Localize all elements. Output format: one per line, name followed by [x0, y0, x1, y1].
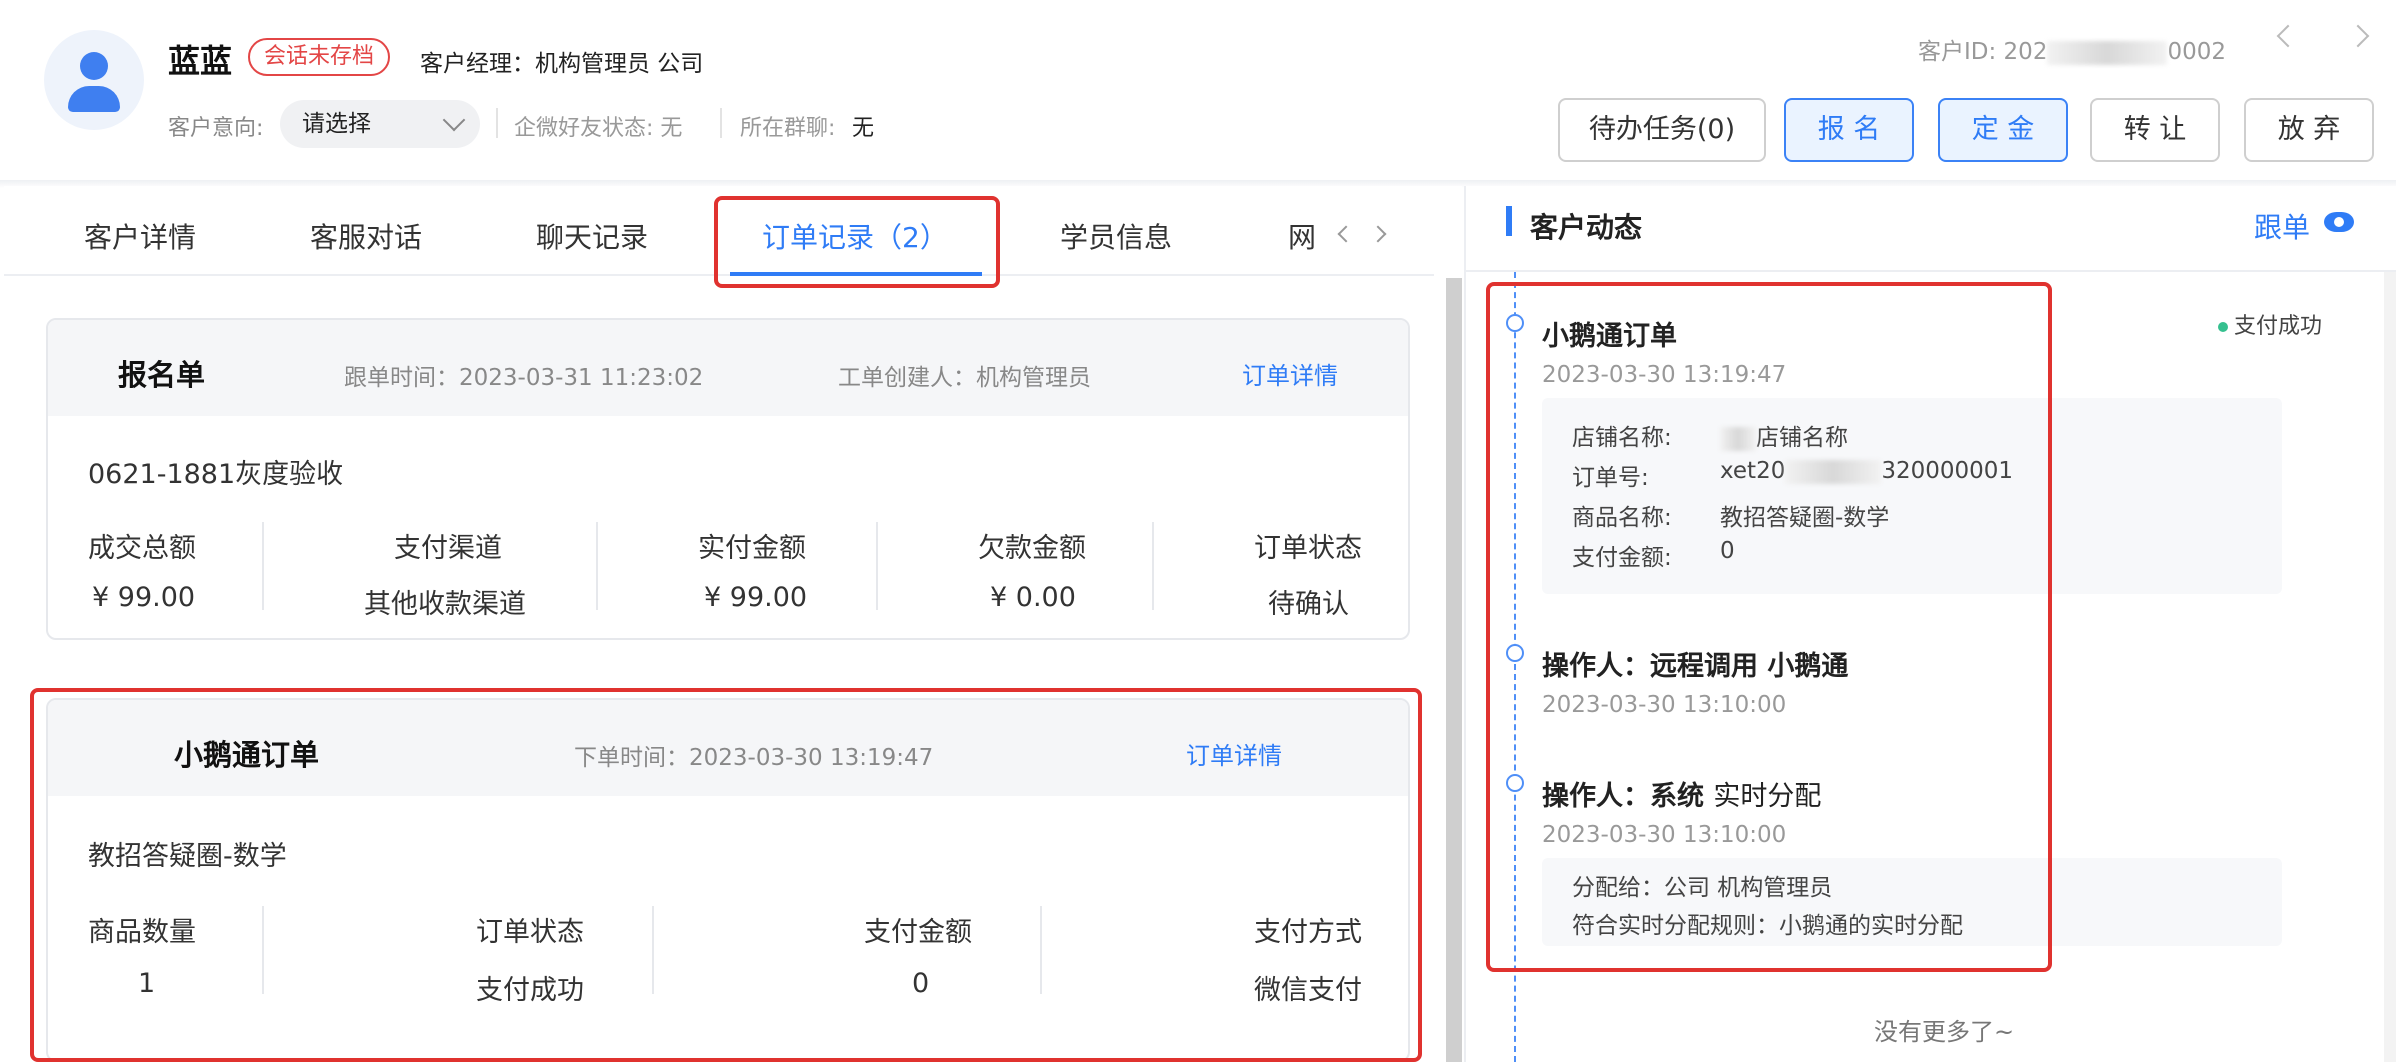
tab-student-info[interactable]: 学员信息 [1060, 216, 1172, 256]
chevron-down-icon [442, 108, 466, 132]
no-more-text: 没有更多了~ [1874, 1018, 2015, 1046]
customer-dynamics-panel: 客户动态 跟单 小鹅通订单 支付成功 2023-03-30 13:19:47 店… [1464, 186, 2396, 1062]
customer-id: 客户ID: 202 0002 [1918, 39, 2227, 65]
chevron-left-icon[interactable] [1337, 225, 1355, 243]
column-label: 欠款金额 [978, 533, 1086, 564]
status-dot-icon [2218, 322, 2228, 332]
customer-header: 蓝蓝 会话未存档 客户经理：机构管理员 公司 客户意向: 请选择 企微好友状态:… [0, 0, 2396, 182]
order-creator: 工单创建人：机构管理员 [838, 365, 1091, 391]
signup-button[interactable]: 报 名 [1784, 98, 1914, 162]
scrollbar[interactable] [1446, 278, 1462, 1062]
intent-label: 客户意向: [168, 116, 264, 141]
divider [720, 108, 722, 138]
follow-time: 跟单时间：2023-03-31 11:23:02 [344, 365, 704, 391]
panel-title: 客户动态 [1530, 211, 1643, 244]
column-value: ¥ 0.00 [990, 582, 1076, 613]
card-header: 报名单 跟单时间：2023-03-31 11:23:02 工单创建人：机构管理员… [48, 320, 1408, 416]
masked-text [2047, 40, 2168, 65]
tab-customer-detail[interactable]: 客户详情 [84, 216, 196, 256]
follow-order-link[interactable]: 跟单 [2254, 206, 2310, 246]
user-icon [80, 52, 108, 80]
account-manager: 客户经理：机构管理员 公司 [420, 51, 704, 77]
column-value: ¥ 99.00 [92, 582, 196, 613]
previous-customer-icon[interactable] [2276, 24, 2300, 48]
column-value: 待确认 [1268, 589, 1349, 620]
column-value: ¥ 99.00 [704, 582, 808, 613]
column-label: 支付渠道 [394, 533, 502, 564]
next-customer-icon[interactable] [2346, 24, 2370, 48]
tab-service-chat[interactable]: 客服对话 [310, 216, 422, 256]
column-value: 其他收款渠道 [364, 589, 526, 620]
card-title: 报名单 [118, 358, 206, 392]
eye-icon[interactable] [2324, 212, 2354, 232]
intent-select[interactable]: 请选择 [280, 100, 480, 148]
customer-name: 蓝蓝 [168, 42, 233, 80]
annotation-box [714, 196, 1000, 288]
annotation-box [30, 688, 1422, 1062]
product-name: 0621-1881灰度验收 [88, 459, 344, 490]
scrollbar[interactable] [2384, 272, 2396, 1062]
intent-select-value: 请选择 [302, 111, 371, 137]
column-label: 实付金额 [698, 533, 806, 564]
order-detail-link[interactable]: 订单详情 [1242, 356, 1338, 391]
avatar [44, 30, 144, 130]
group-chat-label: 所在群聊: [740, 116, 836, 141]
annotation-box [1486, 282, 2052, 972]
left-panel: 客户详情 客服对话 聊天记录 订单记录（2） 学员信息 网 报名单 跟单时间：2… [4, 186, 1462, 1062]
transfer-button[interactable]: 转 让 [2090, 98, 2220, 162]
payment-status: 支付成功 [2218, 308, 2322, 340]
signup-order-card: 报名单 跟单时间：2023-03-31 11:23:02 工单创建人：机构管理员… [46, 318, 1410, 640]
group-chat-value: 无 [852, 116, 875, 141]
deposit-button[interactable]: 定 金 [1938, 98, 2068, 162]
wecom-friend-status: 企微好友状态: 无 [514, 116, 683, 141]
chevron-right-icon[interactable] [1369, 225, 1387, 243]
abandon-button[interactable]: 放 弃 [2244, 98, 2374, 162]
tab-chat-history[interactable]: 聊天记录 [536, 216, 648, 256]
tab-more[interactable]: 网 [1288, 216, 1316, 256]
column-label: 成交总额 [88, 533, 196, 564]
todo-tasks-button[interactable]: 待办任务(0) [1558, 98, 1766, 162]
divider [496, 108, 498, 138]
column-label: 订单状态 [1254, 533, 1362, 564]
unsaved-badge: 会话未存档 [248, 38, 391, 76]
